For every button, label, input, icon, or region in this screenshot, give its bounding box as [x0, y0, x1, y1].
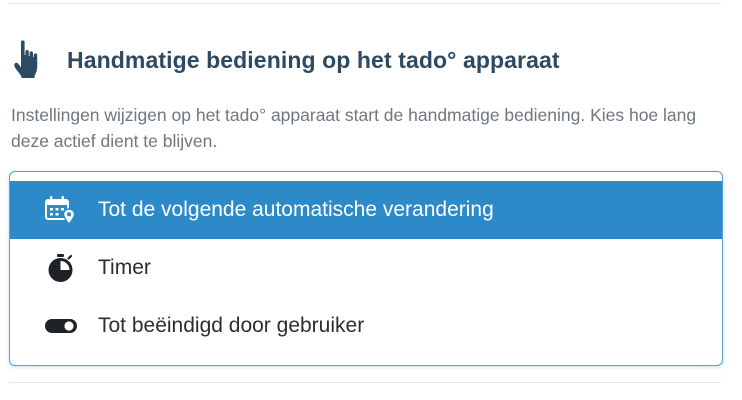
option-until-ended-by-user[interactable]: Tot beëindigd door gebruiker — [10, 297, 722, 355]
duration-options-list: Tot de volgende automatische verandering… — [9, 171, 723, 366]
option-next-automatic-change[interactable]: Tot de volgende automatische verandering — [10, 181, 722, 239]
top-divider — [9, 3, 721, 4]
section-heading: Handmatige bediening op het tado° appara… — [12, 38, 560, 82]
section-title: Handmatige bediening op het tado° appara… — [67, 46, 560, 73]
toggle-icon — [44, 311, 78, 341]
bottom-divider — [9, 382, 721, 383]
option-label: Timer — [98, 256, 151, 279]
calendar-location-icon — [44, 195, 78, 225]
option-timer[interactable]: Timer — [10, 239, 722, 297]
option-label: Tot beëindigd door gebruiker — [98, 314, 365, 337]
manual-control-panel: Handmatige bediening op het tado° appara… — [0, 0, 742, 400]
hand-pointer-icon — [12, 38, 48, 82]
option-label: Tot de volgende automatische verandering — [98, 198, 494, 221]
stopwatch-icon — [44, 253, 78, 283]
section-description: Instellingen wijzigen op het tado° appar… — [11, 105, 697, 151]
